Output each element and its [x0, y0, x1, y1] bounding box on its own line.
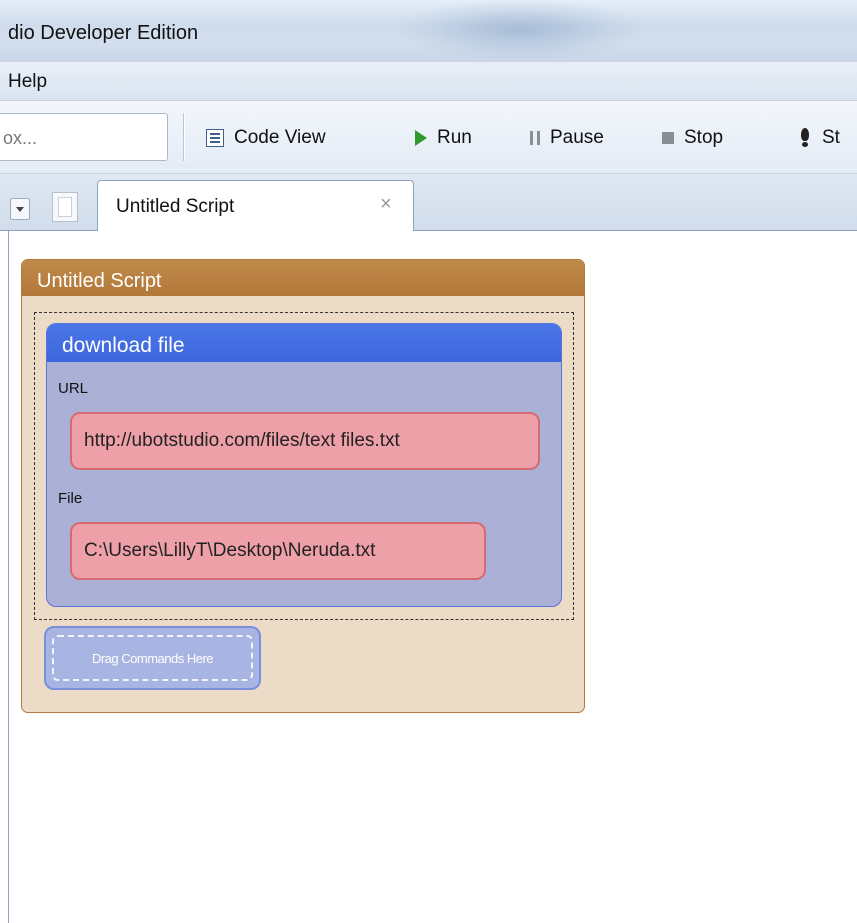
close-icon[interactable]: ×: [380, 193, 392, 216]
script-title: Untitled Script: [37, 270, 162, 292]
new-tab-button[interactable]: [52, 192, 78, 222]
code-view-button[interactable]: Code View: [206, 121, 326, 155]
window-title: dio Developer Edition: [8, 22, 199, 44]
selected-command-outline: download file URL http://ubotstudio.com/…: [34, 312, 574, 620]
editor-left-border: [8, 231, 9, 923]
tab-list-dropdown[interactable]: [10, 198, 30, 220]
code-view-label: Code View: [234, 127, 326, 148]
search-placeholder: ox...: [3, 128, 38, 148]
play-icon: [415, 130, 427, 146]
menu-bar: Help: [0, 62, 857, 101]
drag-commands-drop-zone[interactable]: Drag Commands Here: [44, 626, 261, 690]
stop-button[interactable]: Stop: [662, 121, 723, 155]
search-input[interactable]: ox...: [0, 113, 168, 161]
window-title-bar: dio Developer Edition: [0, 0, 857, 62]
pause-label: Pause: [550, 127, 604, 148]
toolbar: ox... Code View Run Pause Stop St: [0, 101, 857, 174]
step-label: St: [822, 127, 840, 148]
run-button[interactable]: Run: [415, 121, 472, 155]
pause-button[interactable]: Pause: [530, 121, 604, 155]
stop-icon: [662, 132, 674, 144]
command-header: download file: [47, 324, 561, 362]
pause-icon: [530, 131, 540, 145]
file-path-field[interactable]: C:\Users\LillyT\Desktop\Neruda.txt: [70, 522, 486, 580]
step-button[interactable]: St: [800, 121, 840, 155]
command-title: download file: [62, 334, 185, 357]
footprint-icon: [800, 128, 812, 148]
stop-label: Stop: [684, 127, 724, 148]
drop-zone-label: Drag Commands Here: [52, 635, 253, 681]
param-label-file: File: [58, 490, 83, 507]
menu-item-help[interactable]: Help: [8, 71, 47, 93]
tab-label: Untitled Script: [116, 196, 235, 217]
run-label: Run: [437, 127, 472, 148]
url-field[interactable]: http://ubotstudio.com/files/text files.t…: [70, 412, 540, 470]
tab-untitled-script[interactable]: Untitled Script ×: [97, 180, 414, 231]
toolbar-separator: [183, 113, 185, 161]
script-header: Untitled Script: [22, 260, 584, 296]
tab-strip: Untitled Script ×: [0, 174, 857, 231]
code-view-icon: [206, 129, 224, 147]
script-container[interactable]: Untitled Script download file URL http:/…: [21, 259, 585, 713]
title-bar-glow: [400, 0, 640, 60]
command-block-download-file[interactable]: download file URL http://ubotstudio.com/…: [46, 323, 562, 607]
param-label-url: URL: [58, 380, 89, 397]
